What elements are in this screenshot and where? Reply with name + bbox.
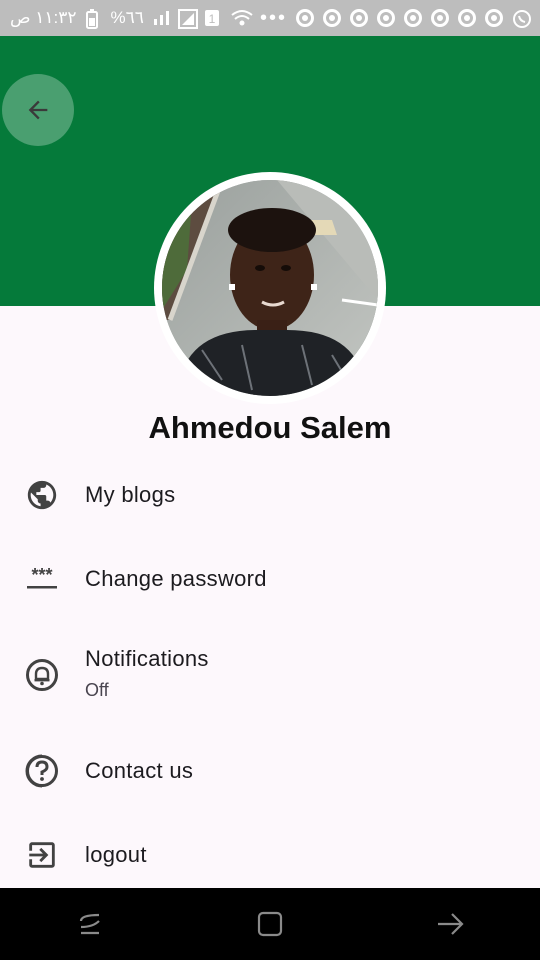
avatar-photo [162, 180, 378, 396]
home-icon [257, 911, 283, 937]
system-nav-bar [0, 888, 540, 960]
sim-icon [177, 9, 198, 29]
menu-text: My blogs [85, 482, 175, 508]
menu-label: Contact us [85, 758, 194, 783]
status-battery: %٦٦ [110, 8, 144, 27]
profile-name: Ahmedou Salem [148, 410, 392, 445]
menu-label: logout [85, 842, 147, 867]
whatsapp-icon [512, 9, 531, 28]
home-button[interactable] [240, 894, 300, 954]
signal-icon [152, 9, 170, 27]
status-bar: ١١:٣٢ ص %٦٦ 1 ••• [0, 0, 540, 36]
chrome-icon [377, 9, 395, 27]
chrome-icon [485, 9, 503, 27]
svg-text:1: 1 [209, 12, 216, 26]
status-left: ١١:٣٢ ص %٦٦ 1 [10, 8, 253, 29]
avatar[interactable] [162, 180, 378, 396]
wifi-icon [230, 9, 253, 27]
menu-text: logout [85, 842, 147, 868]
svg-text:***: *** [31, 565, 52, 585]
menu-text: Change password [85, 566, 267, 592]
menu-item-change-password[interactable]: *** Change password [0, 556, 540, 602]
bell-icon [24, 657, 60, 693]
recents-icon [79, 913, 100, 935]
arrow-back-icon [28, 100, 48, 120]
chrome-icon [350, 9, 368, 27]
more-icon: ••• [259, 6, 287, 29]
status-time: ١١:٣٢ ص [10, 8, 77, 27]
menu-sublabel: Off [85, 680, 109, 700]
status-right: ••• [259, 6, 531, 30]
chrome-icon [296, 9, 314, 27]
chrome-icon [458, 9, 476, 27]
battery-icon [85, 9, 103, 29]
menu-label: Notifications [85, 646, 209, 671]
menu-item-contact-us[interactable]: Contact us [0, 748, 540, 794]
menu-label: Change password [85, 566, 267, 591]
menu-label: My blogs [85, 482, 176, 507]
help-icon [24, 753, 60, 789]
logout-icon [24, 837, 60, 873]
back-nav-icon [438, 913, 464, 935]
recents-button[interactable] [60, 894, 120, 954]
password-icon: *** [24, 561, 60, 597]
back-button[interactable] [2, 74, 74, 146]
menu-item-my-blogs[interactable]: My blogs [0, 472, 540, 518]
globe-icon [24, 477, 60, 513]
menu-item-notifications[interactable]: Notifications Off [0, 640, 540, 710]
chrome-icon [404, 9, 422, 27]
menu-text: Notifications Off [85, 646, 209, 701]
sim-1-icon: 1 [204, 9, 222, 27]
avatar-ring [154, 172, 386, 404]
chrome-icon [431, 9, 449, 27]
back-nav-button[interactable] [420, 894, 480, 954]
menu-text: Contact us [85, 758, 193, 784]
menu-item-logout[interactable]: logout [0, 832, 540, 878]
chrome-icon [323, 9, 341, 27]
